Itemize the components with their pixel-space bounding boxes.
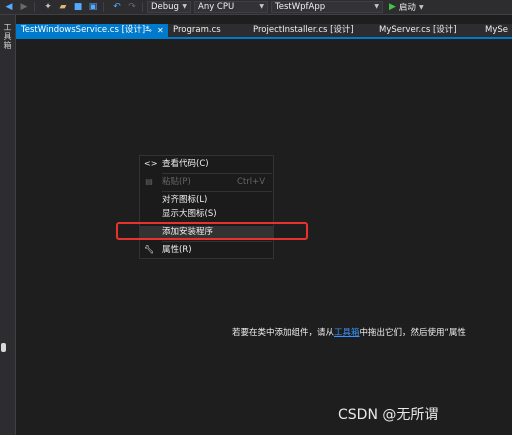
start-button[interactable]: ▶ 启动 ▼ bbox=[389, 1, 424, 13]
save-icon[interactable]: ■ bbox=[72, 1, 84, 13]
context-menu: <> 查看代码(C) ▤ 粘贴(P) Ctrl+V 对齐图标(L) 显示大图标(… bbox=[139, 155, 274, 259]
code-icon: <> bbox=[144, 159, 158, 168]
menu-item-properties[interactable]: 🔧︎ 属性(R) bbox=[140, 244, 273, 256]
solution-config-combo[interactable]: Debug ▼ bbox=[147, 1, 191, 13]
menu-item-label: 对齐图标(L) bbox=[162, 195, 208, 205]
menu-separator bbox=[162, 241, 272, 242]
tab-label: Program.cs bbox=[173, 25, 221, 35]
tab-label: ProjectInstaller.cs [设计] bbox=[253, 25, 354, 35]
new-item-icon[interactable]: ✦ bbox=[42, 1, 54, 13]
tab-label: MySe bbox=[485, 25, 508, 35]
platform-combo[interactable]: Any CPU ▼ bbox=[194, 1, 268, 13]
vs-window: ◀ ▶ ✦ ▰ ■ ▣ ↶ ↷ Debug ▼ Any CPU ▼ TestWp… bbox=[0, 0, 512, 435]
menu-separator bbox=[162, 191, 272, 192]
hint-text-before: 若要在类中添加组件，请从 bbox=[232, 328, 335, 338]
tab-label: TestWindowsService.cs [设计]* bbox=[21, 25, 150, 35]
watermark: CSDN @无所谓 bbox=[338, 407, 439, 423]
menu-item-show-large-icons[interactable]: 显示大图标(S) bbox=[140, 208, 273, 220]
menu-item-label: 显示大图标(S) bbox=[162, 209, 217, 219]
tab-label: MyServer.cs [设计] bbox=[379, 25, 457, 35]
toolbox-tab[interactable]: 工具箱 bbox=[2, 23, 13, 50]
tab-my-server-2[interactable]: MySe bbox=[480, 24, 512, 37]
solution-config-value: Debug bbox=[151, 2, 179, 12]
save-all-icon[interactable]: ▣ bbox=[87, 1, 99, 13]
menu-item-paste[interactable]: ▤ 粘贴(P) Ctrl+V bbox=[140, 176, 273, 188]
toolbox-link[interactable]: 工具箱 bbox=[334, 328, 360, 338]
chevron-down-icon: ▼ bbox=[259, 3, 264, 10]
start-label: 启动 bbox=[398, 3, 416, 13]
menu-item-label: 属性(R) bbox=[162, 245, 192, 255]
pin-icon[interactable]: ⊸ bbox=[145, 24, 152, 37]
chevron-down-icon: ▼ bbox=[182, 3, 187, 10]
tab-test-windows-service[interactable]: TestWindowsService.cs [设计]* ⊸ ✕ bbox=[16, 24, 168, 37]
strip-marker bbox=[1, 343, 6, 352]
back-arrow-icon[interactable]: ◀ bbox=[3, 1, 15, 13]
tab-project-installer[interactable]: ProjectInstaller.cs [设计] bbox=[248, 24, 374, 37]
open-folder-icon[interactable]: ▰ bbox=[57, 1, 69, 13]
menu-item-label: 查看代码(C) bbox=[162, 159, 209, 169]
tab-program[interactable]: Program.cs bbox=[168, 24, 248, 37]
highlight-box bbox=[116, 222, 308, 240]
tab-my-server[interactable]: MyServer.cs [设计] bbox=[374, 24, 480, 37]
menu-item-align-icons[interactable]: 对齐图标(L) bbox=[140, 194, 273, 206]
hint-text-after: 中拖出它们，然后使用“属性 bbox=[359, 328, 466, 338]
menu-item-view-code[interactable]: <> 查看代码(C) bbox=[140, 158, 273, 170]
forward-arrow-icon[interactable]: ▶ bbox=[18, 1, 30, 13]
designer-hint: 若要在类中添加组件，请从工具箱中拖出它们，然后使用“属性 bbox=[232, 327, 512, 339]
menu-item-label: 粘贴(P) bbox=[162, 177, 191, 187]
play-icon: ▶ bbox=[389, 2, 396, 12]
paste-icon: ▤ bbox=[145, 177, 153, 186]
toolbar-separator bbox=[142, 2, 143, 12]
redo-icon[interactable]: ↷ bbox=[126, 1, 138, 13]
menu-item-shortcut: Ctrl+V bbox=[237, 177, 266, 187]
chevron-down-icon: ▼ bbox=[374, 3, 379, 10]
standard-toolbar: ◀ ▶ ✦ ▰ ■ ▣ ↶ ↷ Debug ▼ Any CPU ▼ TestWp… bbox=[0, 0, 512, 15]
menu-separator bbox=[162, 173, 272, 174]
toolbar-separator bbox=[103, 2, 104, 12]
undo-icon[interactable]: ↶ bbox=[111, 1, 123, 13]
platform-value: Any CPU bbox=[198, 2, 235, 12]
document-tab-bar: TestWindowsService.cs [设计]* ⊸ ✕ Program.… bbox=[16, 24, 512, 37]
close-icon[interactable]: ✕ bbox=[157, 24, 164, 37]
left-tool-strip: 工具箱 bbox=[0, 15, 16, 435]
chevron-down-icon: ▼ bbox=[418, 3, 424, 11]
startup-project-combo[interactable]: TestWpfApp ▼ bbox=[271, 1, 383, 13]
toolbar-separator bbox=[34, 2, 35, 12]
wrench-icon: 🔧︎ bbox=[144, 245, 155, 254]
startup-project-value: TestWpfApp bbox=[275, 2, 326, 12]
